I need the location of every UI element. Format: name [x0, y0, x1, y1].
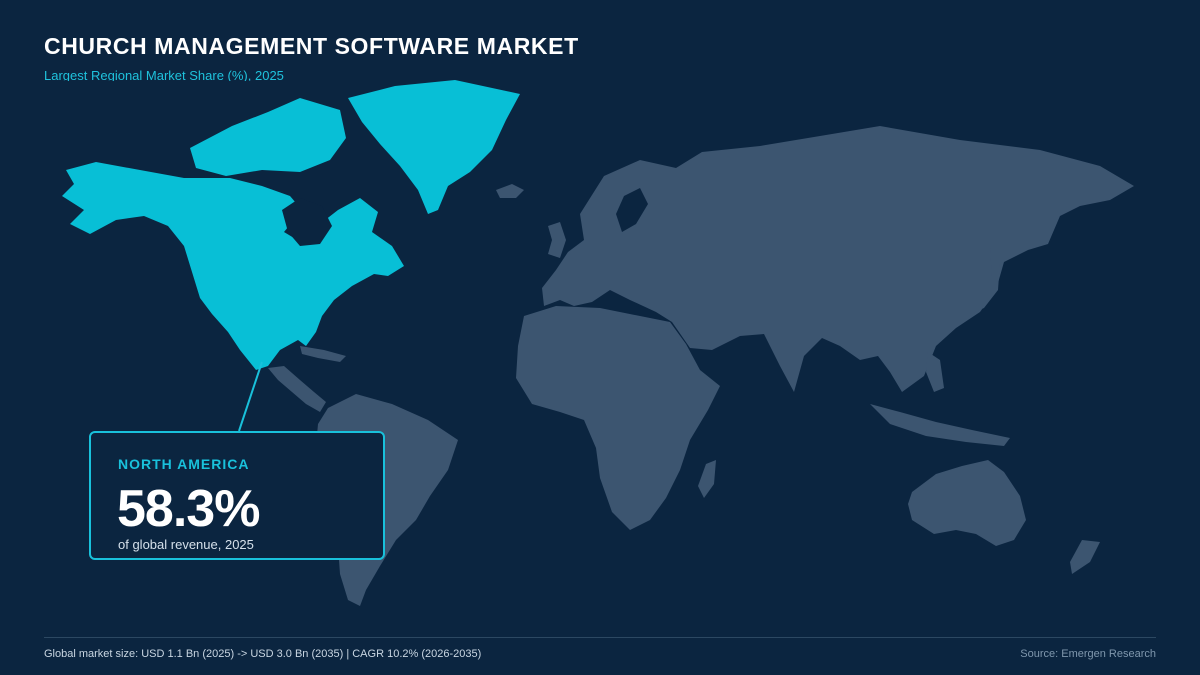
philippines — [926, 352, 944, 392]
source-note: Source: Emergen Research — [1020, 648, 1156, 660]
uk — [548, 222, 566, 258]
australia — [908, 460, 1026, 546]
world-map — [62, 80, 1134, 606]
greenland — [348, 80, 520, 214]
north-america — [62, 162, 404, 370]
page-title: CHURCH MANAGEMENT SOFTWARE MARKET — [44, 33, 579, 59]
callout-leader-line — [238, 361, 263, 432]
new-zealand — [1070, 540, 1100, 574]
callout-region-label: NORTH AMERICA — [118, 456, 250, 472]
central-america — [268, 366, 326, 412]
iceland — [496, 184, 524, 198]
page-subtitle: Largest Regional Market Share (%), 2025 — [44, 68, 284, 81]
callout-share-value: 58.3% — [117, 480, 260, 538]
callout-caption: of global revenue, 2025 — [118, 537, 254, 552]
footer-divider — [44, 637, 1156, 638]
indonesia — [870, 404, 1010, 446]
caribbean — [300, 346, 346, 362]
arctic-islands — [190, 98, 346, 176]
region-callout: NORTH AMERICA 58.3% of global revenue, 2… — [89, 431, 385, 560]
market-size-note: Global market size: USD 1.1 Bn (2025) ->… — [44, 648, 482, 660]
madagascar — [698, 460, 716, 498]
